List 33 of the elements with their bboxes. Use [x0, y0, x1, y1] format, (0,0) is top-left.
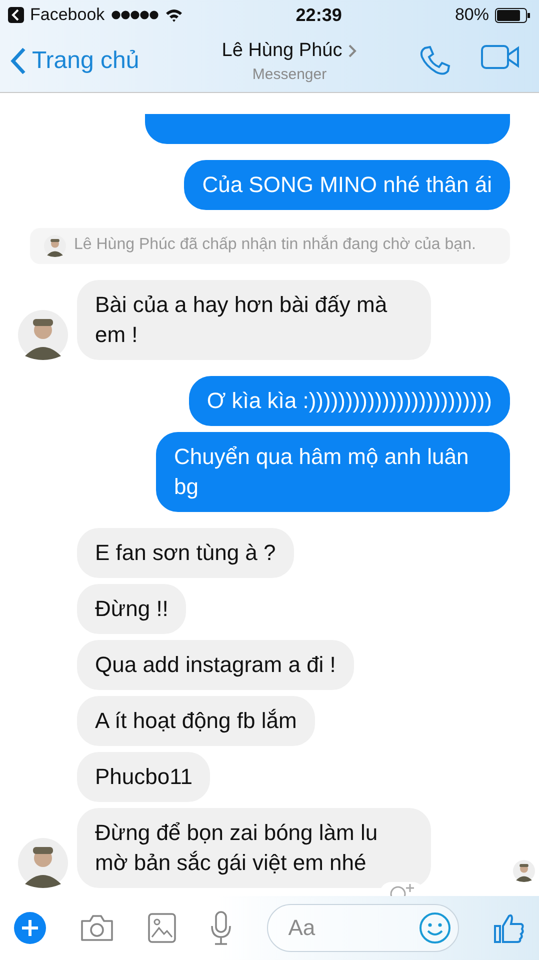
contact-name[interactable]: Lê Hùng Phúc	[222, 40, 342, 62]
like-icon[interactable]	[492, 912, 525, 944]
camera-icon[interactable]	[80, 914, 114, 942]
signal-icon	[110, 10, 159, 20]
avatar-icon	[513, 860, 535, 882]
chevron-icon	[348, 44, 358, 58]
back-app-icon[interactable]	[8, 7, 24, 23]
battery-percent: 80%	[454, 5, 489, 25]
back-chevron-icon	[10, 47, 26, 75]
phone-icon[interactable]	[419, 45, 451, 77]
notice-text: Lê Hùng Phúc đã chấp nhận tin nhắn đang chờ của bạn.	[74, 235, 476, 255]
received-message: Bài của a hay hơn bài đấy mà em !	[77, 280, 431, 360]
avatar-icon	[44, 235, 66, 257]
message-input[interactable]: Aa	[267, 904, 460, 952]
received-message: Phucbo11	[77, 752, 210, 802]
sent-message: Chuyển qua hâm mộ anh luân bg	[156, 432, 510, 512]
emoji-icon[interactable]	[419, 912, 452, 944]
image-icon[interactable]	[148, 913, 176, 943]
add-icon[interactable]	[14, 912, 46, 944]
received-message: Đừng để bọn zai bóng làm lu mờ bản sắc gái việt em nhé	[77, 808, 431, 888]
sent-message: Của SONG MINO nhé thân ái	[184, 160, 510, 210]
header-subtitle: Messenger	[252, 66, 327, 82]
received-message: E fan sơn tùng à ?	[77, 528, 294, 578]
video-camera-icon[interactable]	[481, 45, 519, 69]
microphone-icon[interactable]	[209, 911, 234, 945]
wifi-icon	[164, 8, 183, 22]
back-app-label[interactable]: Facebook	[30, 5, 105, 25]
received-message: Qua add instagram a đi !	[77, 640, 354, 690]
received-message: A ít hoạt động fb lắm	[77, 696, 315, 746]
sent-message: Ơ kìa kìa :)))))))))))))))))))))))))	[188, 376, 510, 426]
received-message: Đừng !!	[77, 584, 186, 634]
battery-icon	[495, 8, 531, 22]
clock: 22:39	[294, 4, 343, 26]
